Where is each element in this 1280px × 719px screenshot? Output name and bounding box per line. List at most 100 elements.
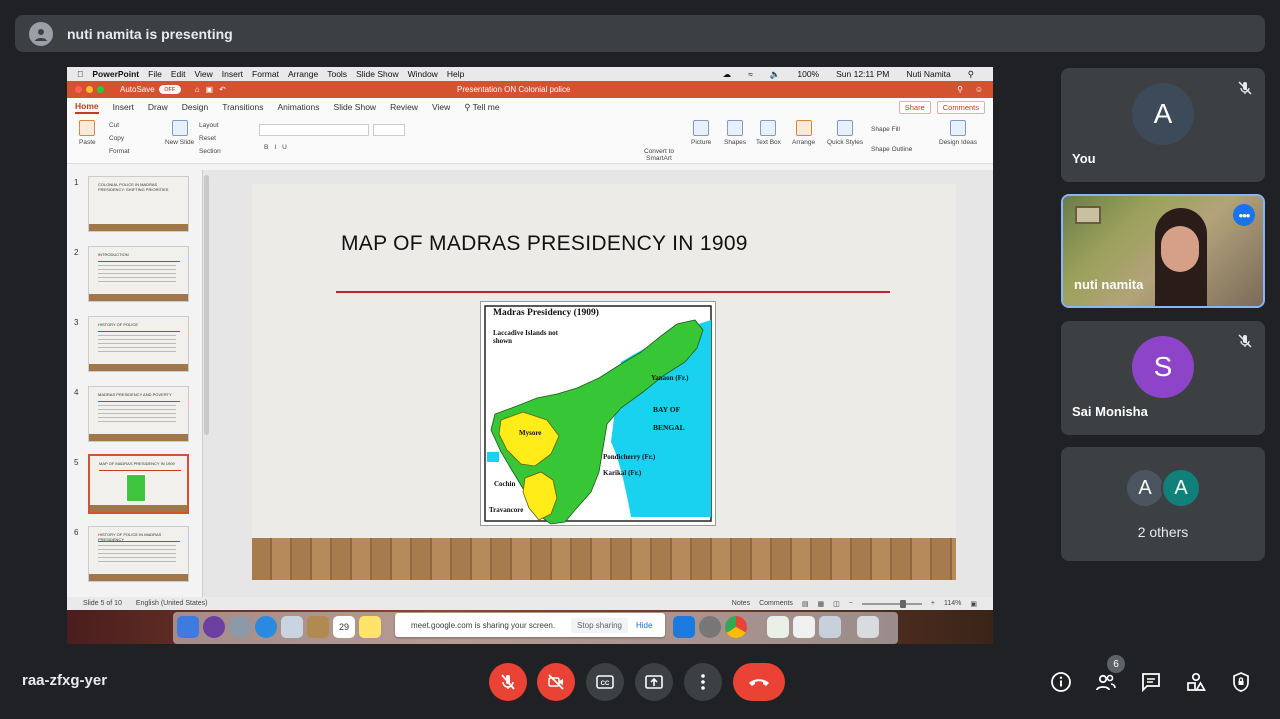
slide-thumbnail-2[interactable]: INTRODUCTION — [88, 246, 189, 302]
tab-animations[interactable]: Animations — [277, 102, 319, 112]
cloud-icon[interactable]: ☁ — [723, 69, 732, 80]
safari-icon[interactable] — [255, 616, 277, 638]
zoom-slider[interactable] — [861, 599, 922, 608]
sorter-view-icon[interactable]: ▦ — [818, 600, 825, 608]
share-person-icon[interactable]: ☺ — [975, 85, 983, 94]
slide-title[interactable]: MAP OF MADRAS PRESIDENCY IN 1909 — [341, 232, 748, 256]
wifi-icon[interactable]: ≈ — [748, 69, 753, 80]
stickies-icon[interactable] — [359, 616, 381, 638]
home-icon[interactable]: ⌂ — [195, 85, 200, 94]
meeting-details-button[interactable] — [1049, 670, 1073, 694]
menu-arrange[interactable]: Arrange — [288, 69, 318, 79]
app-store-icon[interactable] — [673, 616, 695, 638]
menu-tools[interactable]: Tools — [327, 69, 347, 79]
apple-icon[interactable]:  — [77, 69, 83, 79]
menu-app-name[interactable]: PowerPoint — [92, 69, 139, 79]
current-slide[interactable]: MAP OF MADRAS PRESIDENCY IN 1909 Madras … — [252, 184, 956, 580]
slide-thumbnail-4[interactable]: MADRAS PRESIDENCY AND POVERTY — [88, 386, 189, 442]
stop-sharing-button[interactable]: Stop sharing — [571, 617, 628, 633]
toggle-camera-button[interactable] — [537, 663, 575, 701]
autosave-toggle[interactable]: OFF — [158, 85, 181, 94]
reset-button[interactable]: Reset — [199, 135, 216, 142]
more-options-icon[interactable]: ••• — [1233, 204, 1255, 226]
volume-icon[interactable]: 🔈 — [770, 69, 781, 80]
captions-button[interactable]: CC — [586, 663, 624, 701]
shapes-button[interactable]: Shapes — [724, 120, 746, 146]
show-everyone-button[interactable] — [1094, 670, 1118, 694]
undo-icon[interactable]: ↶ — [219, 85, 226, 94]
font-style-buttons[interactable]: BIU — [264, 144, 293, 151]
arrange-button[interactable]: Arrange — [792, 120, 815, 146]
leave-call-button[interactable] — [733, 663, 785, 701]
chrome-icon[interactable] — [725, 616, 747, 638]
host-controls-button[interactable] — [1229, 670, 1253, 694]
battery-level[interactable]: 100% — [797, 69, 819, 80]
participant-tile-you[interactable]: A You — [1061, 68, 1265, 182]
paste-button[interactable]: Paste — [79, 120, 96, 146]
font-name-select[interactable] — [259, 124, 369, 136]
normal-view-icon[interactable]: ▤ — [802, 600, 809, 608]
zoom-slider-knob[interactable] — [899, 599, 906, 608]
menu-view[interactable]: View — [195, 69, 213, 79]
zoom-in-icon[interactable]: + — [931, 600, 935, 607]
minimize-dot-icon[interactable] — [86, 86, 93, 93]
user-name[interactable]: Nuti Namita — [906, 69, 950, 80]
chat-button[interactable] — [1139, 670, 1163, 694]
new-slide-button[interactable]: New Slide — [165, 120, 194, 146]
notes-app-icon[interactable] — [307, 616, 329, 638]
copy-button[interactable]: Copy — [109, 135, 124, 142]
share-button[interactable]: Share — [898, 100, 931, 114]
format-painter-button[interactable]: Format — [109, 148, 130, 155]
trash-icon[interactable] — [857, 616, 879, 638]
tell-me[interactable]: ⚲ Tell me — [464, 102, 499, 113]
menu-format[interactable]: Format — [252, 69, 279, 79]
font-size-select[interactable] — [373, 124, 405, 136]
menu-insert[interactable]: Insert — [222, 69, 243, 79]
photos-icon[interactable] — [281, 616, 303, 638]
tab-transitions[interactable]: Transitions — [222, 102, 263, 112]
tab-review[interactable]: Review — [390, 102, 418, 112]
zoom-dot-icon[interactable] — [97, 86, 104, 93]
menu-slideshow[interactable]: Slide Show — [356, 69, 399, 79]
section-button[interactable]: Section — [199, 148, 221, 155]
close-dot-icon[interactable] — [75, 86, 82, 93]
convert-smartart-button[interactable]: Convert to SmartArt — [639, 148, 679, 162]
more-options-button[interactable] — [684, 663, 722, 701]
zoom-level[interactable]: 114% — [944, 600, 961, 607]
tab-draw[interactable]: Draw — [148, 102, 168, 112]
siri-icon[interactable] — [203, 616, 225, 638]
hide-notice-button[interactable]: Hide — [636, 621, 652, 630]
menu-window[interactable]: Window — [408, 69, 438, 79]
participant-tile-sai-monisha[interactable]: S Sai Monisha — [1061, 321, 1265, 435]
system-preferences-icon[interactable] — [699, 616, 721, 638]
cut-button[interactable]: Cut — [109, 122, 119, 129]
status-comments-button[interactable]: Comments — [759, 600, 793, 607]
meeting-code[interactable]: raa-zfxg-yer — [22, 672, 107, 689]
slide-thumbnail-3[interactable]: HISTORY OF POLICE — [88, 316, 189, 372]
layout-button[interactable]: Layout — [199, 122, 219, 129]
shape-outline-button[interactable]: Shape Outline — [871, 146, 912, 153]
language-indicator[interactable]: English (United States) — [136, 600, 208, 607]
slide-thumbnail-1[interactable]: COLONIAL POLICE IN MADRAS PRESIDENCY: SH… — [88, 176, 189, 232]
menu-help[interactable]: Help — [447, 69, 464, 79]
calendar-icon[interactable]: 29 — [333, 616, 355, 638]
quick-styles-button[interactable]: Quick Styles — [827, 120, 863, 146]
autosave[interactable]: AutoSave OFF — [120, 85, 181, 94]
slide-thumbnail-6[interactable]: HISTORY OF POLICE IN MADRAS PRESIDENCY — [88, 526, 189, 582]
madras-map-image[interactable]: Madras Presidency (1909) Laccadive Islan… — [480, 301, 716, 526]
menu-file[interactable]: File — [148, 69, 162, 79]
menu-edit[interactable]: Edit — [171, 69, 186, 79]
slide-thumbnail-5[interactable]: MAP OF MADRAS PRESIDENCY IN 1909 — [88, 454, 189, 514]
notes-button[interactable]: Notes — [732, 600, 750, 607]
fit-slide-icon[interactable]: ▣ — [970, 600, 977, 608]
clock[interactable]: Sun 12:11 PM — [836, 69, 889, 80]
preview-icon[interactable] — [793, 616, 815, 638]
launchpad-icon[interactable] — [229, 616, 251, 638]
finder-icon[interactable] — [177, 616, 199, 638]
tab-view[interactable]: View — [432, 102, 450, 112]
picture-button[interactable]: Picture — [691, 120, 711, 146]
text-box-button[interactable]: Text Box — [756, 120, 781, 146]
tab-insert[interactable]: Insert — [113, 102, 134, 112]
tab-design[interactable]: Design — [182, 102, 208, 112]
tab-slideshow[interactable]: Slide Show — [334, 102, 377, 112]
